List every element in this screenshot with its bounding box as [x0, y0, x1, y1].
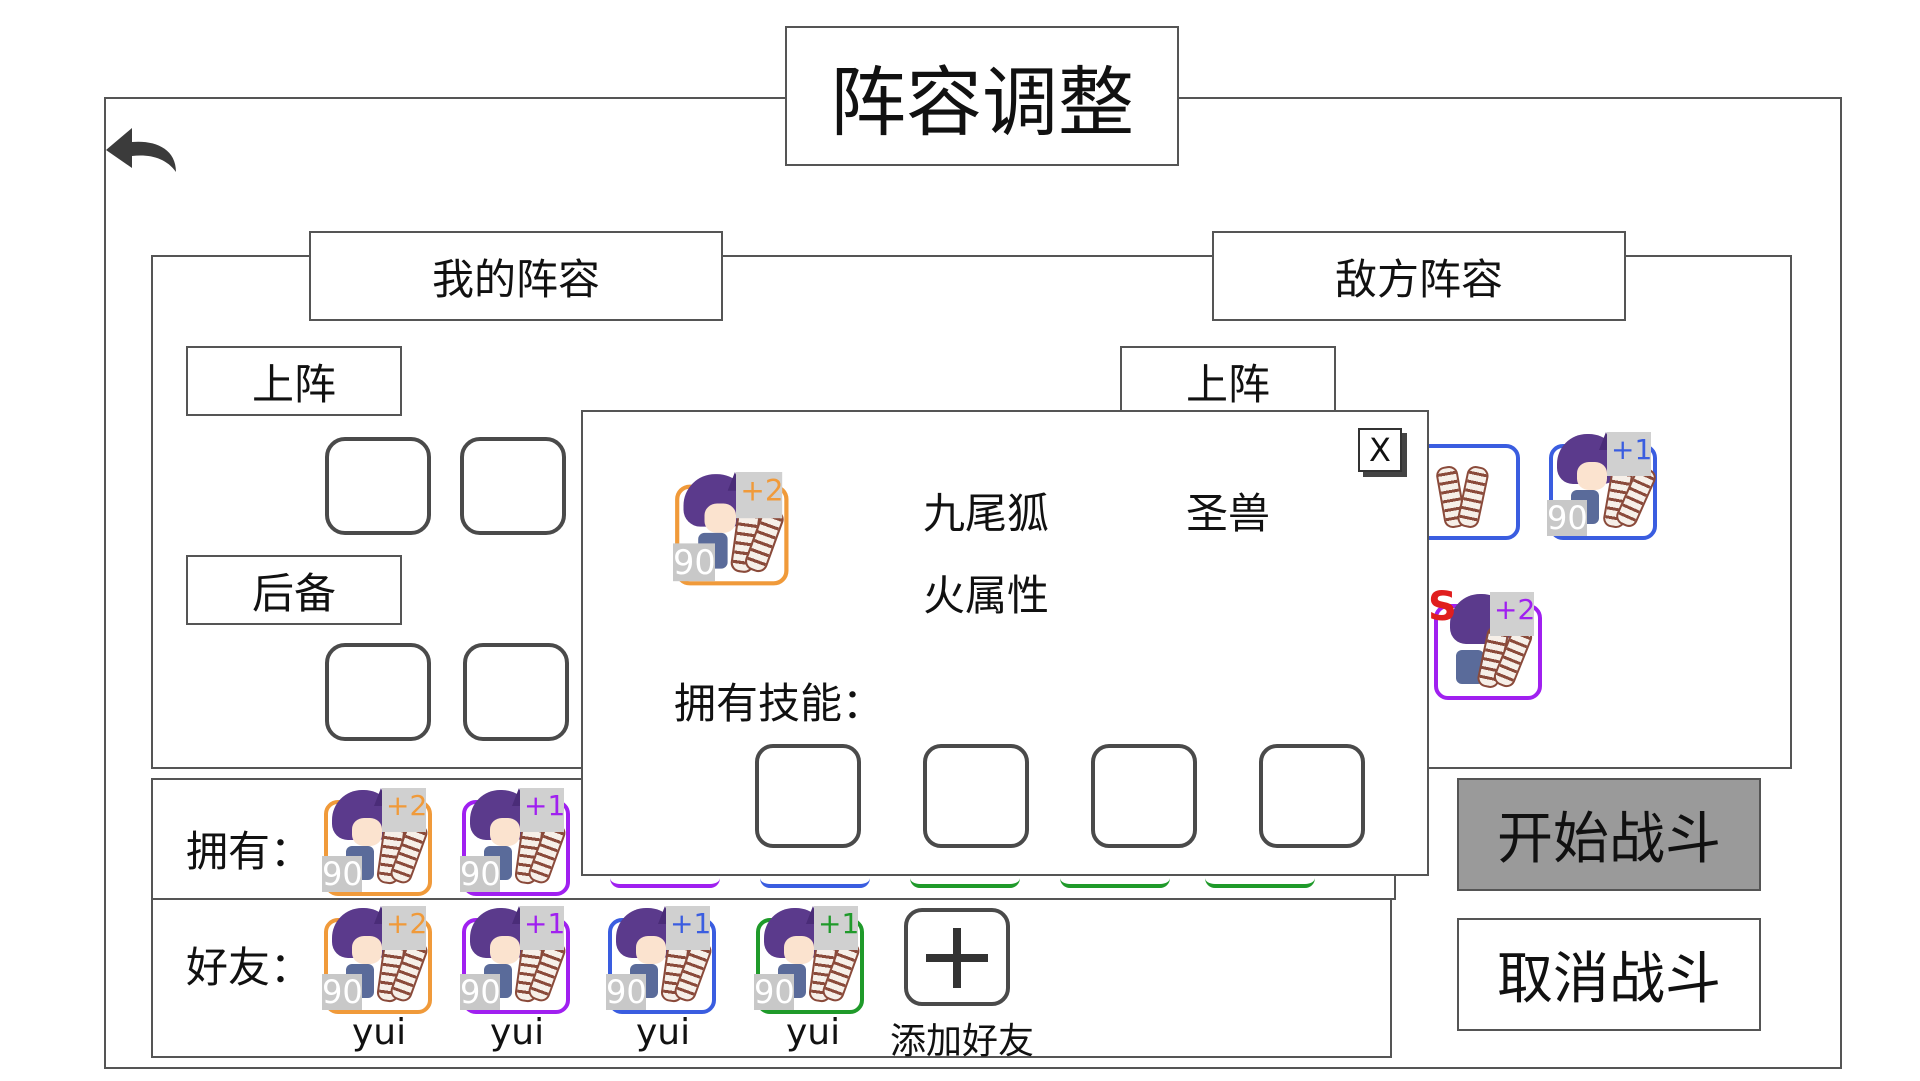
add-friend-label: 添加好友 [890, 1021, 1035, 1062]
my-reserve-slot-1[interactable] [325, 643, 431, 741]
friend-4-name: yui [786, 1012, 841, 1053]
my-onfield-slot-1[interactable] [325, 437, 431, 535]
friend-4[interactable]: 90 +1 yui [754, 906, 864, 1056]
page-title-text: 阵容调整 [830, 58, 1134, 147]
friend-2-plus: +1 [520, 906, 565, 950]
character-rank: 圣兽 [1186, 489, 1271, 538]
cancel-battle-button[interactable]: 取消战斗 [1457, 918, 1761, 1031]
owned-card-2[interactable]: 90 +1 [460, 788, 570, 896]
skill-slot-1[interactable] [755, 744, 861, 848]
friend-3-name: yui [636, 1012, 691, 1053]
friend-1-level: 90 [322, 973, 363, 1011]
character-element: 火属性 [923, 571, 1050, 620]
friend-4-plus: +1 [814, 906, 859, 950]
enemy-team-tab[interactable]: 敌方阵容 [1212, 231, 1626, 321]
skill-slot-2[interactable] [923, 744, 1029, 848]
friend-1[interactable]: 90 +2 yui [322, 906, 432, 1056]
owned-card-1-plus: +2 [382, 788, 427, 832]
friend-3[interactable]: 90 +1 yui [606, 906, 716, 1056]
friend-1-plus: +2 [382, 906, 427, 950]
friend-4-level: 90 [754, 973, 795, 1011]
enemy-card-3-plus: +2 [1490, 592, 1535, 636]
my-team-tab[interactable]: 我的阵容 [309, 231, 723, 321]
friend-2-level: 90 [460, 973, 501, 1011]
skill-slot-4[interactable] [1259, 744, 1365, 848]
my-reserve-label-text: 后备 [251, 568, 336, 618]
owned-card-1[interactable]: 90 +2 [322, 788, 432, 896]
my-team-tab-label: 我的阵容 [431, 254, 600, 304]
owned-card-6-edge[interactable] [1060, 878, 1170, 888]
skills-label: 拥有技能： [674, 679, 885, 728]
popup-character-card: 90 +2 [673, 472, 789, 586]
owned-card-7-edge[interactable] [1205, 878, 1315, 888]
enemy-team-tab-label: 敌方阵容 [1334, 254, 1503, 304]
enemy-onfield-label-text: 上阵 [1185, 359, 1270, 409]
friend-1-name: yui [352, 1012, 407, 1053]
friend-2[interactable]: 90 +1 yui [460, 906, 570, 1056]
enemy-onfield-label: 上阵 [1120, 346, 1336, 416]
owned-label: 拥有： [186, 827, 313, 876]
my-reserve-label: 后备 [186, 555, 402, 625]
popup-card-plus: +2 [736, 472, 784, 519]
enemy-card-3-badge: S [1428, 584, 1456, 630]
owned-card-3-edge[interactable] [610, 878, 720, 888]
popup-card-level: 90 [673, 542, 716, 583]
my-onfield-slot-2[interactable] [460, 437, 566, 535]
enemy-card-2-level: 90 [1547, 499, 1588, 537]
cancel-battle-label: 取消战斗 [1497, 947, 1721, 1012]
popup-close-button[interactable]: X [1358, 428, 1402, 472]
skill-slot-3[interactable] [1091, 744, 1197, 848]
add-friend-button[interactable]: 添加好友 [890, 908, 1040, 1062]
friend-3-plus: +1 [666, 906, 711, 950]
start-battle-button[interactable]: 开始战斗 [1457, 778, 1761, 891]
my-onfield-label: 上阵 [186, 346, 402, 416]
enemy-card-2[interactable]: 90 +1 [1547, 432, 1659, 540]
my-reserve-slot-2[interactable] [463, 643, 569, 741]
friend-2-name: yui [490, 1012, 545, 1053]
plus-icon [904, 908, 1010, 1006]
owned-card-5-edge[interactable] [910, 878, 1020, 888]
start-battle-label: 开始战斗 [1497, 807, 1721, 872]
character-detail-popup: X 90 +2 九尾狐 圣兽 火属性 拥有技能： [581, 410, 1429, 876]
enemy-card-2-plus: +1 [1607, 432, 1652, 476]
character-name: 九尾狐 [923, 489, 1050, 538]
owned-card-2-level: 90 [460, 855, 501, 893]
close-icon: X [1369, 431, 1391, 469]
owned-card-1-level: 90 [322, 855, 363, 893]
my-onfield-label-text: 上阵 [251, 359, 336, 409]
friends-label: 好友： [186, 943, 313, 992]
page-title: 阵容调整 [785, 26, 1179, 166]
friend-3-level: 90 [606, 973, 647, 1011]
owned-card-4-edge[interactable] [760, 878, 870, 888]
back-arrow-icon[interactable] [104, 118, 188, 176]
owned-card-2-plus: +1 [520, 788, 565, 832]
